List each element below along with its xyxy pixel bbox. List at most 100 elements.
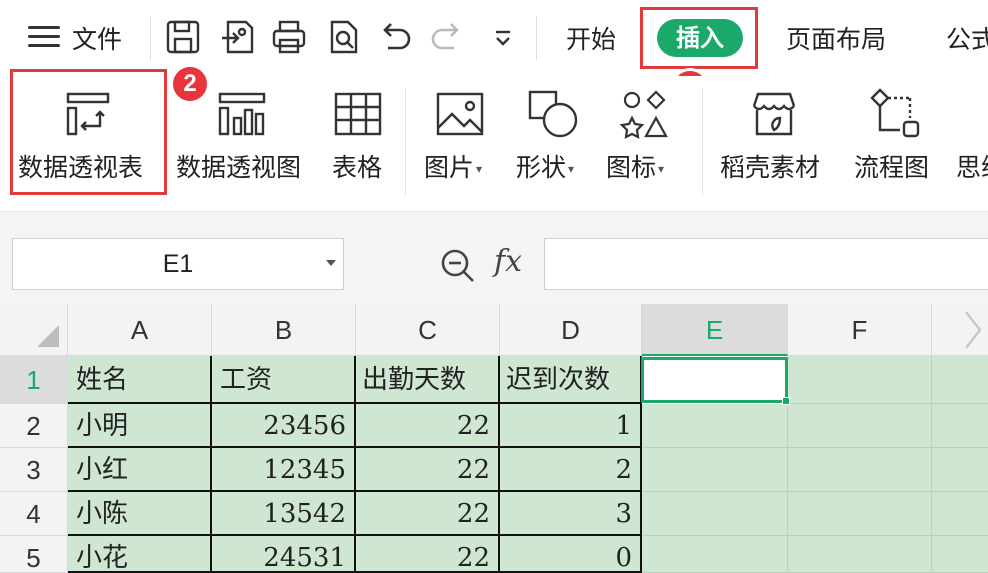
active-cell-e1[interactable] [641,357,790,405]
table-icon [330,86,386,142]
cell-a4[interactable]: 小陈 [68,492,212,536]
column-header-b[interactable]: B [212,304,356,356]
cell-e5[interactable] [642,536,788,573]
shapes-button[interactable]: 形状 ▾ [516,76,592,206]
cell-a2[interactable]: 小明 [68,404,212,448]
cell-g3[interactable] [932,448,988,492]
mindmap-button[interactable]: 思维 [956,76,988,206]
cell-a5[interactable]: 小花 [68,536,212,573]
docer-material-button[interactable]: 稻壳素材 [720,76,830,206]
cell-g5[interactable] [932,536,988,573]
cell-d5[interactable]: 0 [500,536,642,573]
scroll-right-icon[interactable] [958,306,986,354]
cell-e2[interactable] [642,404,788,448]
cell-a3[interactable]: 小红 [68,448,212,492]
ribbon-divider [702,88,703,196]
save-icon[interactable] [164,18,202,56]
fx-icon[interactable]: fx [494,244,522,279]
file-menu[interactable]: 文件 [72,20,122,56]
icons-label: 图标 ▾ [606,153,665,182]
cell-d4[interactable]: 3 [500,492,642,536]
undo-icon[interactable] [376,18,414,56]
cell-g4[interactable] [932,492,988,536]
print-preview-icon[interactable] [324,18,362,56]
cell-d2[interactable]: 1 [500,404,642,448]
insert-tab-highlight: 插入 [640,7,758,69]
picture-button[interactable]: 图片 ▾ [424,76,500,206]
cell-b1[interactable]: 工资 [212,356,356,404]
cell-b2[interactable]: 23456 [212,404,356,448]
pivot-table-highlight [10,69,167,195]
cell-d1[interactable]: 迟到次数 [500,356,642,404]
pivot-chart-icon [214,86,270,142]
tab-formula[interactable]: 公式 [946,20,988,56]
cell-f2[interactable] [788,404,932,448]
insert-ribbon: 数据透视表 2 数据透视图 表格 图片 ▾ 形状 ▾ 图标 ▾ 稻壳素材 流程图… [0,64,988,212]
menu-divider [150,16,151,60]
cell-c4[interactable]: 22 [356,492,500,536]
ribbon-divider [405,88,406,196]
table-label: 表格 [332,153,383,182]
cell-c5[interactable]: 22 [356,536,500,573]
row-header-2[interactable]: 2 [0,404,68,448]
cell-g1[interactable] [932,356,988,404]
mindmap-label: 思维 [956,153,988,182]
cell-c2[interactable]: 22 [356,404,500,448]
pivot-chart-button[interactable]: 数据透视图 [176,76,310,206]
tab-page-layout[interactable]: 页面布局 [786,20,886,56]
row-header-1[interactable]: 1 [0,356,68,404]
formula-input[interactable] [544,238,988,290]
print-icon[interactable] [270,18,308,56]
name-box[interactable]: E1 [12,238,344,290]
column-header-e[interactable]: E [642,304,788,356]
tab-insert[interactable]: 插入 [657,19,743,57]
fill-handle[interactable] [782,397,790,405]
cell-f3[interactable] [788,448,932,492]
icons-button[interactable]: 图标 ▾ [606,76,682,206]
store-icon [746,86,802,142]
flowchart-icon [868,86,924,142]
picture-label: 图片 ▾ [424,153,483,182]
more-dropdown-icon[interactable] [484,18,514,56]
table-button[interactable]: 表格 [330,76,386,206]
cell-c3[interactable]: 22 [356,448,500,492]
cell-b4[interactable]: 13542 [212,492,356,536]
icons-icon [616,86,672,142]
row-header-4[interactable]: 4 [0,492,68,536]
hamburger-menu-icon[interactable] [28,26,60,48]
column-header-d[interactable]: D [500,304,642,356]
tab-start[interactable]: 开始 [566,20,616,56]
cell-e4[interactable] [642,492,788,536]
cell-b3[interactable]: 12345 [212,448,356,492]
formula-bar: E1 fx [0,212,988,304]
zoom-out-icon[interactable] [438,246,478,286]
select-all-corner[interactable] [0,304,68,356]
redo-icon[interactable] [428,18,466,56]
cell-c1[interactable]: 出勤天数 [356,356,500,404]
select-all-icon [37,325,59,347]
export-pdf-icon[interactable] [218,18,256,56]
cell-f4[interactable] [788,492,932,536]
docer-material-label: 稻壳素材 [720,153,821,182]
pivot-chart-label: 数据透视图 [176,153,302,182]
shapes-icon [524,86,580,142]
cell-e3[interactable] [642,448,788,492]
menu-divider [536,16,537,60]
cell-d3[interactable]: 2 [500,448,642,492]
row-header-5[interactable]: 5 [0,536,68,573]
row-header-3[interactable]: 3 [0,448,68,492]
name-box-dropdown-icon[interactable] [326,260,336,266]
cell-f5[interactable] [788,536,932,573]
cell-g2[interactable] [932,404,988,448]
flowchart-button[interactable]: 流程图 [854,76,938,206]
shapes-label: 形状 ▾ [516,153,575,182]
flowchart-label: 流程图 [854,153,930,182]
cell-a1[interactable]: 姓名 [68,356,212,404]
spreadsheet-grid: A B C D E F 1 2 3 4 5 姓名 工资 出勤天数 迟到次数 小明… [0,304,988,573]
column-header-f[interactable]: F [788,304,932,356]
column-header-a[interactable]: A [68,304,212,356]
menu-bar: 文件 开始 插入 1 页面布局 公式 [0,0,988,108]
cell-f1[interactable] [788,356,932,404]
column-header-c[interactable]: C [356,304,500,356]
cell-b5[interactable]: 24531 [212,536,356,573]
